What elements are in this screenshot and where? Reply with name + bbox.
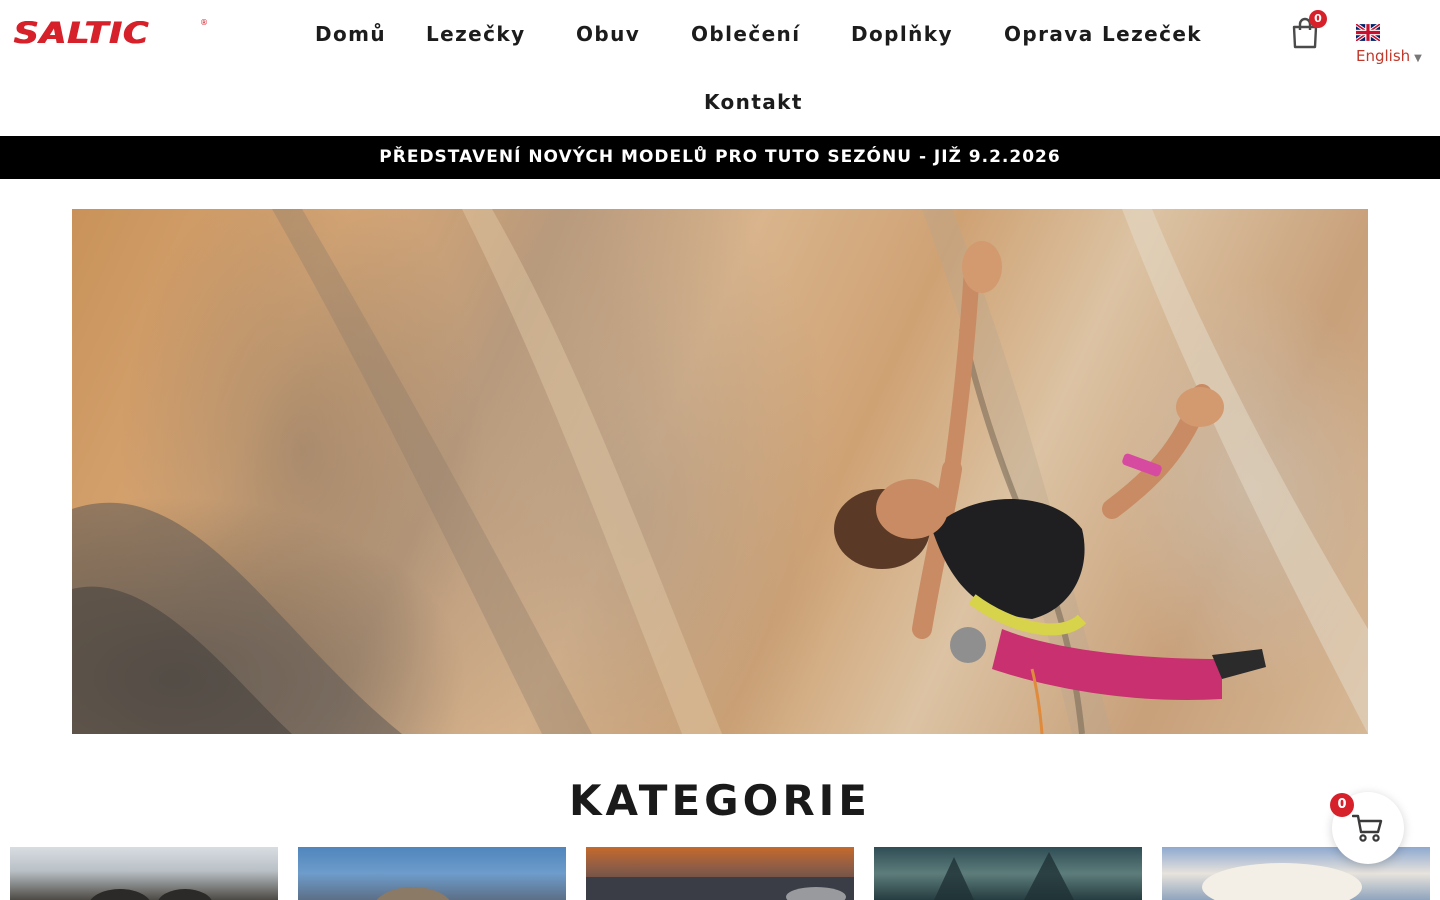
nav-item-domu[interactable]: Domů [315,20,386,48]
floating-cart-count-badge: 0 [1330,793,1354,817]
climber-illustration [72,209,1368,734]
nav-item-kontakt[interactable]: Kontakt [704,88,803,116]
logo-text: SALTIC [14,16,150,50]
categories-heading: KATEGORIE [569,776,871,825]
category-card-1[interactable] [10,847,278,900]
category-card-2[interactable] [298,847,566,900]
nav-item-obuv[interactable]: Obuv [576,20,640,48]
nav-item-obleceni[interactable]: Oblečení [691,20,800,48]
category-image-1 [90,889,212,900]
shopping-cart-icon [1352,814,1383,842]
category-image-2 [376,887,450,900]
dropdown-caret-icon: ▼ [1414,53,1422,64]
category-card-3[interactable] [586,847,854,900]
language-label: English ▼ [1356,47,1422,65]
language-selector[interactable]: English ▼ [1356,24,1436,68]
category-image-4 [934,852,1074,900]
category-image-3 [586,877,854,900]
registered-mark: ® [200,18,208,27]
nav-item-doplnky[interactable]: Doplňky [851,20,953,48]
cart-count-badge: 0 [1309,10,1327,28]
uk-flag-icon [1356,24,1380,41]
site-logo[interactable]: SALTIC ® [14,16,208,50]
site-header: SALTIC ® Domů Lezečky Obuv Oblečení Dopl… [0,0,1440,136]
nav-item-lezecky[interactable]: Lezečky [426,20,526,48]
language-selected: English [1356,47,1411,65]
nav-item-oprava-lezecek[interactable]: Oprava Lezeček [1004,20,1202,48]
announcement-bar: PŘEDSTAVENÍ NOVÝCH MODELŮ PRO TUTO SEZÓN… [0,136,1440,179]
hero-image [72,209,1368,734]
category-card-4[interactable] [874,847,1142,900]
